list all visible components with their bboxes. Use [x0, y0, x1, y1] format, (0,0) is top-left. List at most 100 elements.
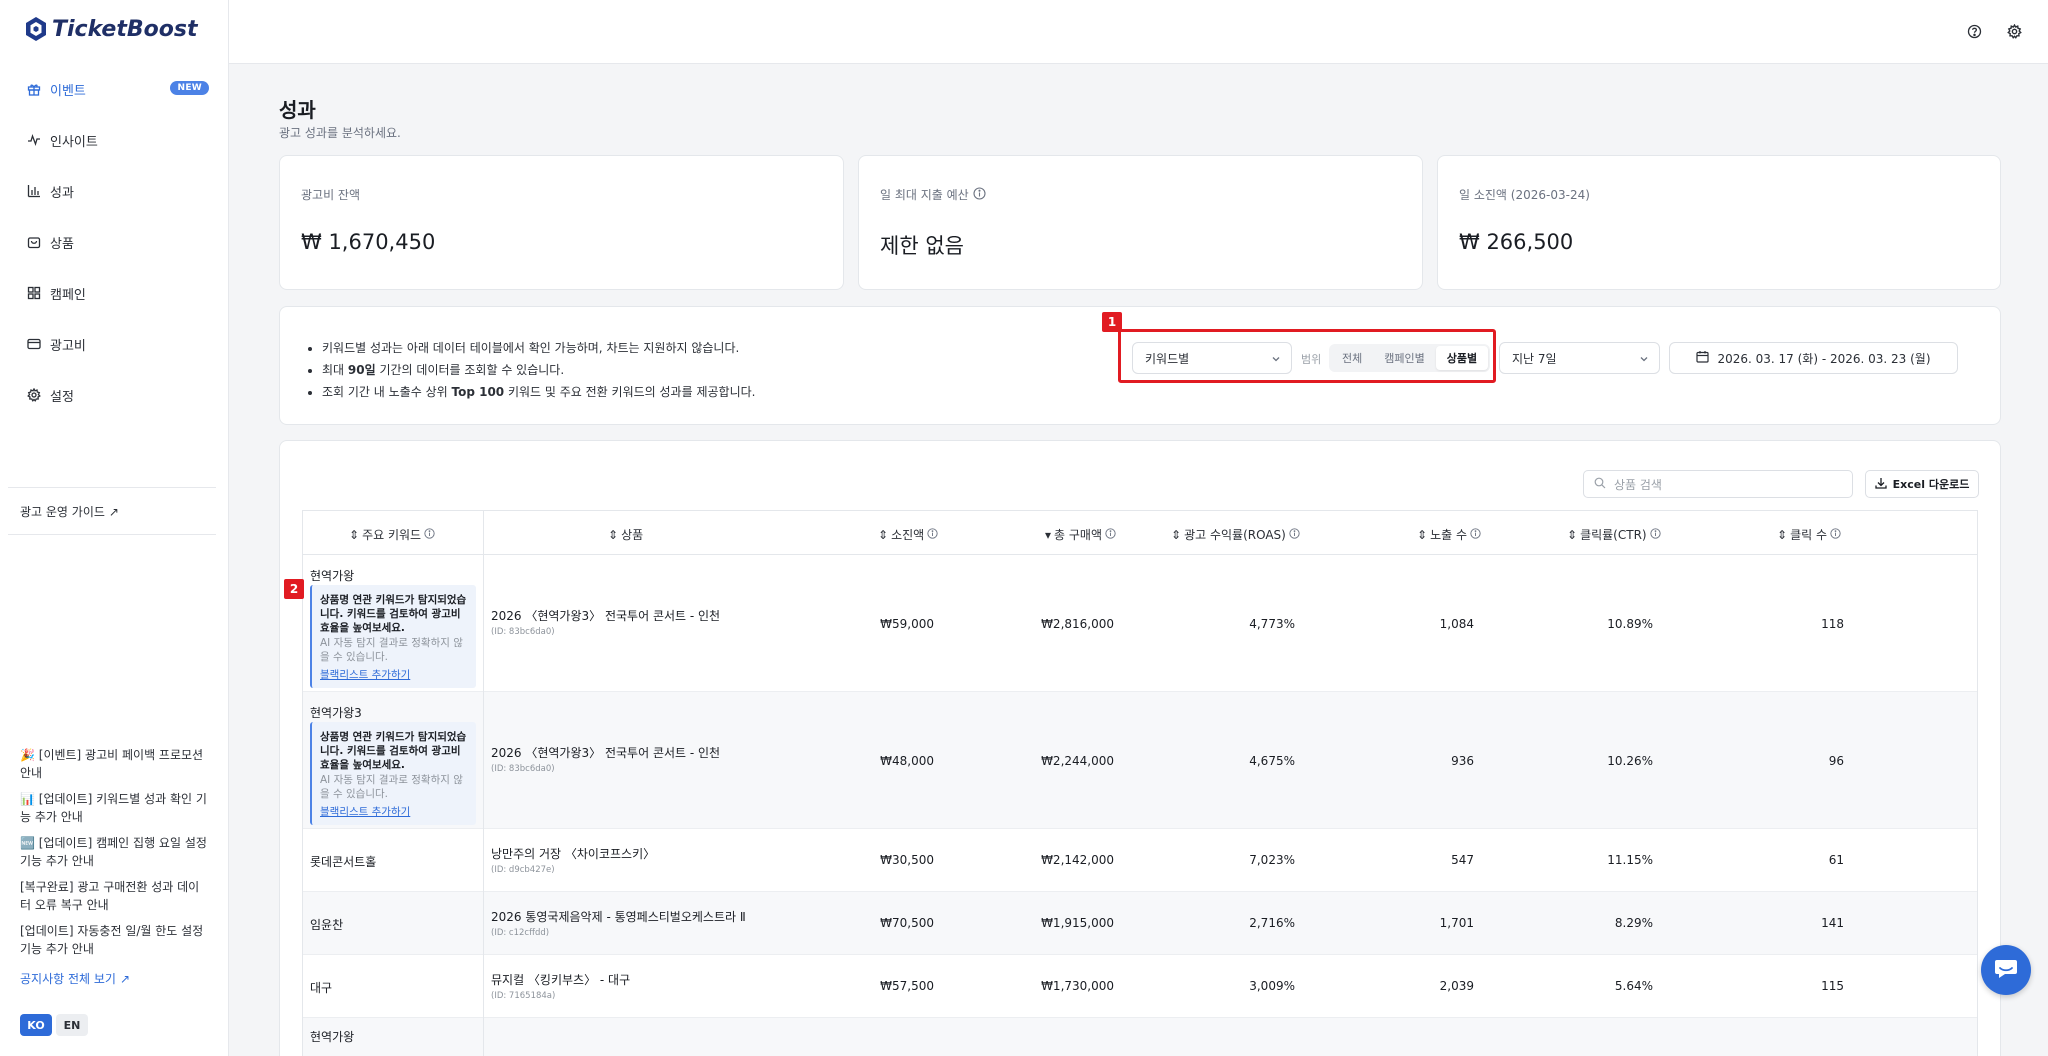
product-name[interactable]: 뮤지컬 〈킹키부츠〉 - 대구	[491, 971, 630, 988]
bar-chart-icon	[27, 184, 41, 198]
add-blacklist-link[interactable]: 블랙리스트 추가하기	[320, 805, 469, 819]
sidebar-item-insight[interactable]: 인사이트	[10, 123, 219, 157]
sidebar-item-label: 인사이트	[50, 134, 98, 150]
stat-label: 일 소진액 (2026-03-24)	[1459, 188, 1590, 202]
table-row[interactable]: 현역가왕	[303, 1018, 1977, 1056]
add-blacklist-link[interactable]: 블랙리스트 추가하기	[320, 668, 469, 682]
table-row[interactable]: 롯데콘서트홀 낭만주의 거장 〈차이코프스키〉 (ID: d9cb427e) ₩…	[303, 829, 1977, 892]
sidebar-item-settings[interactable]: 설정	[10, 378, 219, 412]
product-name[interactable]: 2026 〈현역가왕3〉 전국투어 콘서트 - 인천	[491, 744, 720, 761]
info-item: 조회 기간 내 노출수 상위 Top 100 키워드 및 주요 전환 키워드의 …	[322, 381, 755, 403]
th-clicks[interactable]: ⇕ 클릭 수	[1777, 526, 1841, 543]
table-row[interactable]: 현역가왕3 상품명 연관 키워드가 탐지되었습니다. 키워드를 검토하여 광고비…	[303, 692, 1977, 829]
product-id: (ID: d9cb427e)	[491, 865, 555, 875]
total-purchase-cell: ₩1,915,000	[1041, 916, 1114, 930]
stat-value: 제한 없음	[880, 234, 964, 258]
spend-cell: ₩70,500	[880, 916, 934, 930]
info-icon	[1105, 527, 1116, 542]
impressions-cell: 547	[1451, 853, 1474, 867]
product-name[interactable]: 2026 〈현역가왕3〉 전국투어 콘서트 - 인천	[491, 607, 720, 624]
notice-item[interactable]: [업데이트] 자동충전 일/월 한도 설정 기능 추가 안내	[20, 922, 210, 958]
page-subtitle: 광고 성과를 분석하세요.	[279, 126, 401, 140]
clicks-cell: 61	[1828, 853, 1844, 867]
product-id: (ID: 7165184a)	[491, 991, 556, 1001]
logo-icon	[26, 17, 46, 41]
excel-download-button[interactable]: Excel 다운로드	[1865, 470, 1979, 498]
notice-item[interactable]: [복구완료] 광고 구매전환 성과 데이터 오류 복구 안내	[20, 878, 210, 914]
chat-support-button[interactable]	[1981, 945, 2031, 995]
product-id: (ID: 83bc6da0)	[491, 627, 555, 637]
search-icon	[1594, 477, 1606, 492]
info-icon[interactable]	[973, 186, 986, 203]
th-total-purchase[interactable]: ▾ 총 구매액	[1045, 526, 1116, 543]
app-logo[interactable]: TicketBoost	[24, 16, 197, 42]
help-icon[interactable]	[1965, 22, 1983, 40]
chat-icon	[1993, 956, 2019, 984]
lang-ko-button[interactable]: KO	[20, 1014, 52, 1036]
sidebar-item-label: 캠페인	[50, 287, 86, 303]
stat-value: ₩ 266,500	[1459, 230, 1574, 254]
keyword-cell: 현역가왕	[310, 1030, 355, 1044]
th-ctr[interactable]: ⇕ 클릭률(CTR)	[1567, 526, 1661, 543]
product-name[interactable]: 2026 통영국제음악제 - 통영페스티벌오케스트라 Ⅱ	[491, 908, 746, 925]
excel-download-label: Excel 다운로드	[1892, 478, 1970, 491]
th-spend[interactable]: ⇕ 소진액	[878, 526, 938, 543]
info-icon	[424, 527, 435, 542]
sidebar: TicketBoost 이벤트 NEW 인사이트 성과 상품 캠페인 광고비 설…	[0, 0, 229, 1056]
chevron-down-icon	[1639, 353, 1649, 367]
lang-en-button[interactable]: EN	[56, 1014, 88, 1036]
notice-item[interactable]: 📊 [업데이트] 키워드별 성과 확인 기능 추가 안내	[20, 790, 210, 826]
period-value: 지난 7일	[1512, 351, 1557, 366]
sidebar-item-products[interactable]: 상품	[10, 225, 219, 259]
table-header: ⇕ 주요 키워드 ⇕ 상품 ⇕ 소진액 ▾ 총 구매액 ⇕ 광고 수익률(ROAS) ⇕ 노…	[303, 511, 1977, 555]
all-notices-link[interactable]: 공지사항 전체 보기 ↗	[20, 970, 130, 987]
gear-icon[interactable]	[2005, 22, 2023, 40]
sort-icon: ⇕	[1567, 527, 1578, 542]
annotation-box-1	[1118, 329, 1496, 383]
table-row[interactable]: 임윤찬 2026 통영국제음악제 - 통영페스티벌오케스트라 Ⅱ (ID: c1…	[303, 892, 1977, 955]
stat-card-balance: 광고비 잔액 ₩ 1,670,450	[279, 155, 844, 290]
spend-cell: ₩48,000	[880, 754, 934, 768]
notice-list: 🎉 [이벤트] 광고비 페이백 프로모션 안내 📊 [업데이트] 키워드별 성과…	[20, 746, 210, 966]
search-placeholder: 상품 검색	[1614, 477, 1662, 492]
impressions-cell: 936	[1451, 754, 1474, 768]
th-product[interactable]: ⇕ 상품	[608, 526, 643, 543]
period-select[interactable]: 지난 7일	[1499, 342, 1660, 374]
product-search-input[interactable]: 상품 검색	[1583, 470, 1853, 498]
external-link-icon: ↗	[108, 504, 119, 519]
sidebar-item-performance[interactable]: 성과	[10, 174, 219, 208]
gift-icon	[27, 82, 41, 96]
sidebar-item-campaigns[interactable]: 캠페인	[10, 276, 219, 310]
product-id: (ID: 83bc6da0)	[491, 764, 555, 774]
clicks-cell: 141	[1821, 916, 1844, 930]
th-keyword[interactable]: ⇕ 주요 키워드	[349, 526, 435, 543]
notice-item[interactable]: 🎉 [이벤트] 광고비 페이백 프로모션 안내	[20, 746, 210, 782]
stat-value: ₩ 1,670,450	[301, 230, 436, 254]
stat-card-daily-budget: 일 최대 지출 예산 제한 없음	[858, 155, 1423, 290]
info-item: 키워드별 성과는 아래 데이터 테이블에서 확인 가능하며, 차트는 지원하지 …	[322, 337, 755, 359]
th-impressions[interactable]: ⇕ 노출 수	[1417, 526, 1481, 543]
roas-cell: 4,773%	[1249, 617, 1295, 631]
sidebar-item-event[interactable]: 이벤트 NEW	[10, 72, 219, 106]
total-purchase-cell: ₩2,816,000	[1041, 617, 1114, 631]
sort-icon: ⇕	[349, 527, 360, 542]
table-row[interactable]: 대구 뮤지컬 〈킹키부츠〉 - 대구 (ID: 7165184a) ₩57,50…	[303, 955, 1977, 1018]
th-roas[interactable]: ⇕ 광고 수익률(ROAS)	[1171, 526, 1300, 543]
sidebar-item-ad-budget[interactable]: 광고비	[10, 327, 219, 361]
ad-guide-link[interactable]: 광고 운영 가이드 ↗	[20, 503, 119, 520]
product-name[interactable]: 낭만주의 거장 〈차이코프스키〉	[491, 845, 655, 862]
date-range-picker[interactable]: 2026. 03. 17 (화) - 2026. 03. 23 (월)	[1669, 342, 1958, 374]
download-icon	[1875, 477, 1887, 492]
sidebar-item-label: 이벤트	[50, 83, 86, 99]
ai-notice-desc: AI 자동 탐지 결과로 정확하지 않을 수 있습니다.	[320, 637, 463, 663]
info-icon	[1470, 527, 1481, 542]
keyword-cell: 현역가왕3	[310, 706, 362, 720]
sort-icon: ⇕	[608, 527, 619, 542]
clicks-cell: 96	[1828, 754, 1844, 768]
sidebar-item-label: 상품	[50, 236, 74, 252]
ai-keyword-notice: 상품명 연관 키워드가 탐지되었습니다. 키워드를 검토하여 광고비 효율을 높…	[310, 722, 476, 825]
table-row[interactable]: 현역가왕 상품명 연관 키워드가 탐지되었습니다. 키워드를 검토하여 광고비 …	[303, 555, 1977, 692]
sort-icon: ⇕	[1777, 527, 1788, 542]
notice-item[interactable]: 🆕 [업데이트] 캠페인 집행 요일 설정 기능 추가 안내	[20, 834, 210, 870]
sidebar-divider	[8, 487, 216, 488]
